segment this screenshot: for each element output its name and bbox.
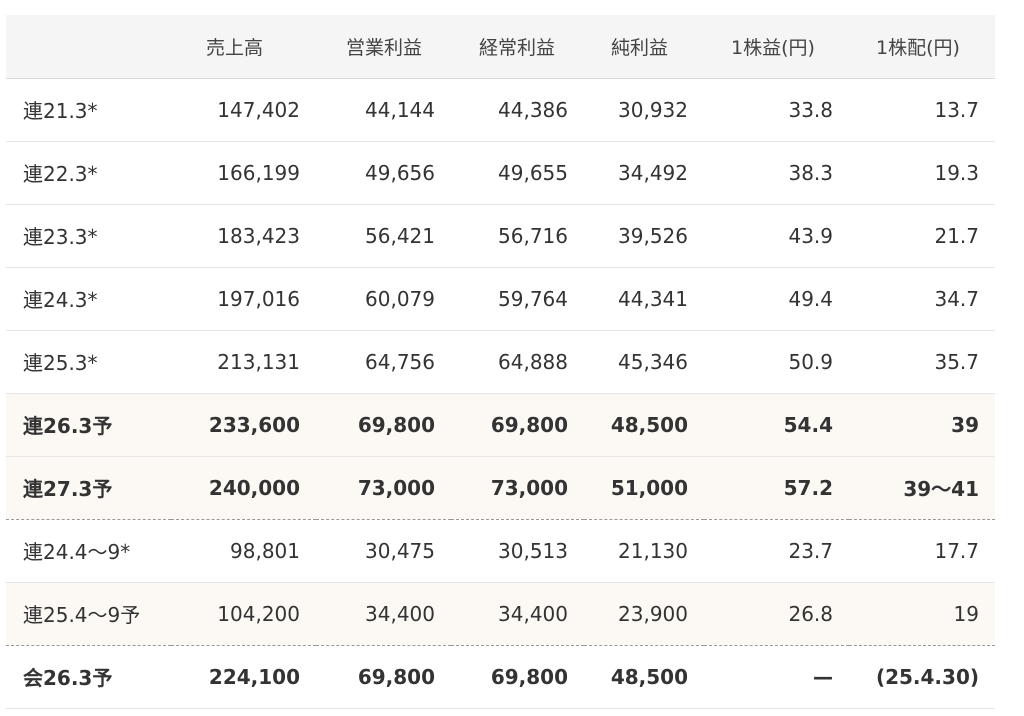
- cell-sales: 98,801: [171, 519, 316, 583]
- row-label: 連21.3*: [6, 78, 171, 142]
- cell-dividend: 39〜41: [849, 456, 995, 520]
- cell-ordinary-profit: 73,000: [451, 456, 584, 520]
- cell-eps: 57.2: [704, 456, 849, 520]
- cell-dividend: (25.4.30): [849, 645, 995, 709]
- header-net-profit: 純利益: [584, 15, 704, 79]
- cell-net-profit: 23,900: [584, 582, 704, 646]
- row-label: 会26.3予: [6, 645, 171, 709]
- cell-eps: 23.7: [704, 519, 849, 583]
- cell-eps: 54.4: [704, 393, 849, 457]
- cell-dividend: 19.3: [849, 141, 995, 205]
- cell-net-profit: 34,492: [584, 141, 704, 205]
- cell-dividend: 13.7: [849, 78, 995, 142]
- table-row: 連25.3* 213,131 64,756 64,888 45,346 50.9…: [6, 330, 995, 394]
- cell-ordinary-profit: 69,800: [451, 393, 584, 457]
- cell-sales: 224,100: [171, 645, 316, 709]
- row-label: 連22.3*: [6, 141, 171, 205]
- cell-eps: —: [704, 645, 849, 709]
- header-period: [6, 15, 171, 79]
- table-row-forecast: 連27.3予 240,000 73,000 73,000 51,000 57.2…: [6, 456, 995, 520]
- header-ordinary-profit: 経常利益: [451, 15, 584, 79]
- cell-eps: 50.9: [704, 330, 849, 394]
- cell-sales: 197,016: [171, 267, 316, 331]
- cell-operating-profit: 49,656: [316, 141, 451, 205]
- cell-operating-profit: 34,400: [316, 582, 451, 646]
- cell-net-profit: 21,130: [584, 519, 704, 583]
- cell-sales: 240,000: [171, 456, 316, 520]
- cell-operating-profit: 64,756: [316, 330, 451, 394]
- cell-net-profit: 44,341: [584, 267, 704, 331]
- table-row-company: 会26.3予 224,100 69,800 69,800 48,500 — (2…: [6, 645, 995, 709]
- cell-dividend: 35.7: [849, 330, 995, 394]
- cell-ordinary-profit: 69,800: [451, 645, 584, 709]
- cell-ordinary-profit: 59,764: [451, 267, 584, 331]
- table-row: 連23.3* 183,423 56,421 56,716 39,526 43.9…: [6, 204, 995, 268]
- cell-dividend: 21.7: [849, 204, 995, 268]
- row-label: 連25.4〜9予: [6, 582, 171, 646]
- table-row: 連21.3* 147,402 44,144 44,386 30,932 33.8…: [6, 78, 995, 142]
- cell-eps: 38.3: [704, 141, 849, 205]
- table-row-forecast: 連25.4〜9予 104,200 34,400 34,400 23,900 26…: [6, 582, 995, 646]
- cell-ordinary-profit: 44,386: [451, 78, 584, 142]
- cell-ordinary-profit: 34,400: [451, 582, 584, 646]
- cell-net-profit: 30,932: [584, 78, 704, 142]
- cell-dividend: 19: [849, 582, 995, 646]
- cell-operating-profit: 56,421: [316, 204, 451, 268]
- earnings-table: 売上高 営業利益 経常利益 純利益 1株益(円) 1株配(円) 連21.3* 1…: [6, 15, 995, 709]
- cell-operating-profit: 60,079: [316, 267, 451, 331]
- header-eps: 1株益(円): [704, 15, 849, 79]
- row-label: 連27.3予: [6, 456, 171, 520]
- table-row: 連24.3* 197,016 60,079 59,764 44,341 49.4…: [6, 267, 995, 331]
- cell-operating-profit: 44,144: [316, 78, 451, 142]
- cell-net-profit: 45,346: [584, 330, 704, 394]
- cell-sales: 213,131: [171, 330, 316, 394]
- cell-net-profit: 51,000: [584, 456, 704, 520]
- cell-ordinary-profit: 30,513: [451, 519, 584, 583]
- cell-eps: 49.4: [704, 267, 849, 331]
- header-operating-profit: 営業利益: [316, 15, 451, 79]
- row-label: 連26.3予: [6, 393, 171, 457]
- row-label: 連24.4〜9*: [6, 519, 171, 583]
- cell-sales: 147,402: [171, 78, 316, 142]
- header-dividend: 1株配(円): [849, 15, 995, 79]
- cell-sales: 233,600: [171, 393, 316, 457]
- cell-operating-profit: 69,800: [316, 645, 451, 709]
- header-row: 売上高 営業利益 経常利益 純利益 1株益(円) 1株配(円): [6, 15, 995, 79]
- row-label: 連24.3*: [6, 267, 171, 331]
- cell-net-profit: 48,500: [584, 393, 704, 457]
- cell-eps: 43.9: [704, 204, 849, 268]
- row-label: 連23.3*: [6, 204, 171, 268]
- cell-operating-profit: 69,800: [316, 393, 451, 457]
- table-row: 連22.3* 166,199 49,656 49,655 34,492 38.3…: [6, 141, 995, 205]
- cell-net-profit: 48,500: [584, 645, 704, 709]
- cell-ordinary-profit: 49,655: [451, 141, 584, 205]
- cell-eps: 26.8: [704, 582, 849, 646]
- table-body: 連21.3* 147,402 44,144 44,386 30,932 33.8…: [6, 78, 995, 709]
- cell-sales: 104,200: [171, 582, 316, 646]
- cell-sales: 166,199: [171, 141, 316, 205]
- cell-operating-profit: 30,475: [316, 519, 451, 583]
- table-row: 連24.4〜9* 98,801 30,475 30,513 21,130 23.…: [6, 519, 995, 583]
- cell-operating-profit: 73,000: [316, 456, 451, 520]
- row-label: 連25.3*: [6, 330, 171, 394]
- cell-sales: 183,423: [171, 204, 316, 268]
- header-sales: 売上高: [171, 15, 316, 79]
- table-row-forecast: 連26.3予 233,600 69,800 69,800 48,500 54.4…: [6, 393, 995, 457]
- cell-dividend: 39: [849, 393, 995, 457]
- cell-dividend: 17.7: [849, 519, 995, 583]
- cell-dividend: 34.7: [849, 267, 995, 331]
- cell-net-profit: 39,526: [584, 204, 704, 268]
- earnings-table-container: 売上高 営業利益 経常利益 純利益 1株益(円) 1株配(円) 連21.3* 1…: [6, 15, 995, 709]
- table-header: 売上高 営業利益 経常利益 純利益 1株益(円) 1株配(円): [6, 15, 995, 79]
- cell-ordinary-profit: 64,888: [451, 330, 584, 394]
- cell-ordinary-profit: 56,716: [451, 204, 584, 268]
- cell-eps: 33.8: [704, 78, 849, 142]
